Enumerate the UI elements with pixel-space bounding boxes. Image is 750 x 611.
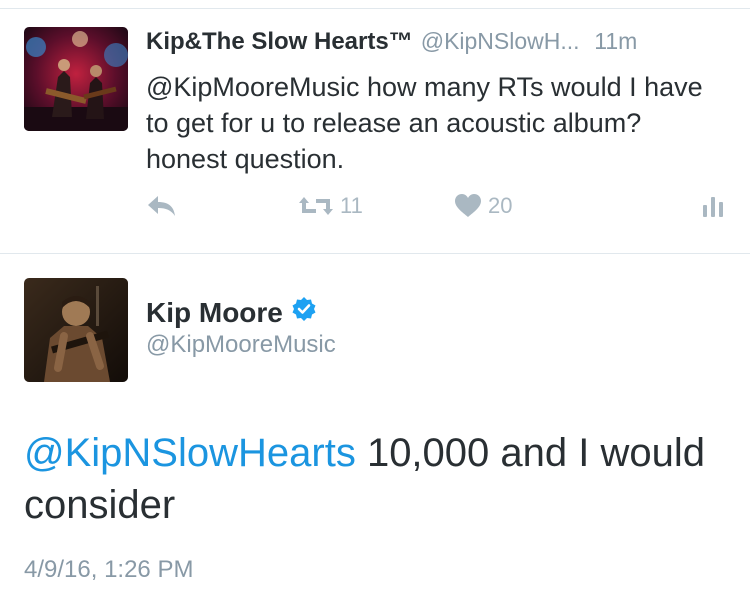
tweet2-display-name[interactable]: Kip Moore (146, 297, 283, 329)
tweet1-action-bar: 11 20 (0, 186, 750, 226)
tweet1-handle[interactable]: @KipNSlowH... (421, 28, 580, 54)
tweet1-display-name[interactable]: Kip&The Slow Hearts™ (146, 28, 413, 55)
reply-icon (146, 193, 178, 219)
analytics-button[interactable] (702, 186, 726, 226)
verified-badge-icon (291, 296, 317, 329)
tweet2-timestamp[interactable]: 4/9/16, 1:26 PM (24, 556, 193, 584)
retweet-button[interactable]: 11 (298, 186, 363, 226)
tweet2-display-name-row: Kip Moore (146, 296, 317, 329)
retweet-count: 11 (340, 193, 363, 218)
tweet1-header: Kip&The Slow Hearts™ @KipNSlowH... 11m (146, 26, 637, 57)
tweet2-text: @KipNSlowHearts 10,000 and I would consi… (24, 427, 724, 531)
reply-button[interactable] (146, 186, 178, 226)
tweet2-mention-link[interactable]: @KipNSlowHearts (24, 431, 356, 475)
like-button[interactable]: 20 (454, 186, 512, 226)
tweet2-avatar[interactable] (24, 278, 128, 382)
tweet1-avatar[interactable] (24, 27, 128, 131)
heart-icon (454, 193, 482, 219)
retweet-icon (298, 193, 334, 219)
tweet-divider (0, 253, 750, 254)
tweet2-handle[interactable]: @KipMooreMusic (146, 331, 336, 359)
tweet1-text: @KipMooreMusic how many RTs would I have… (146, 72, 703, 174)
like-count: 20 (488, 193, 513, 218)
tweet1-timestamp[interactable]: 11m (594, 28, 637, 54)
analytics-icon (702, 193, 726, 219)
